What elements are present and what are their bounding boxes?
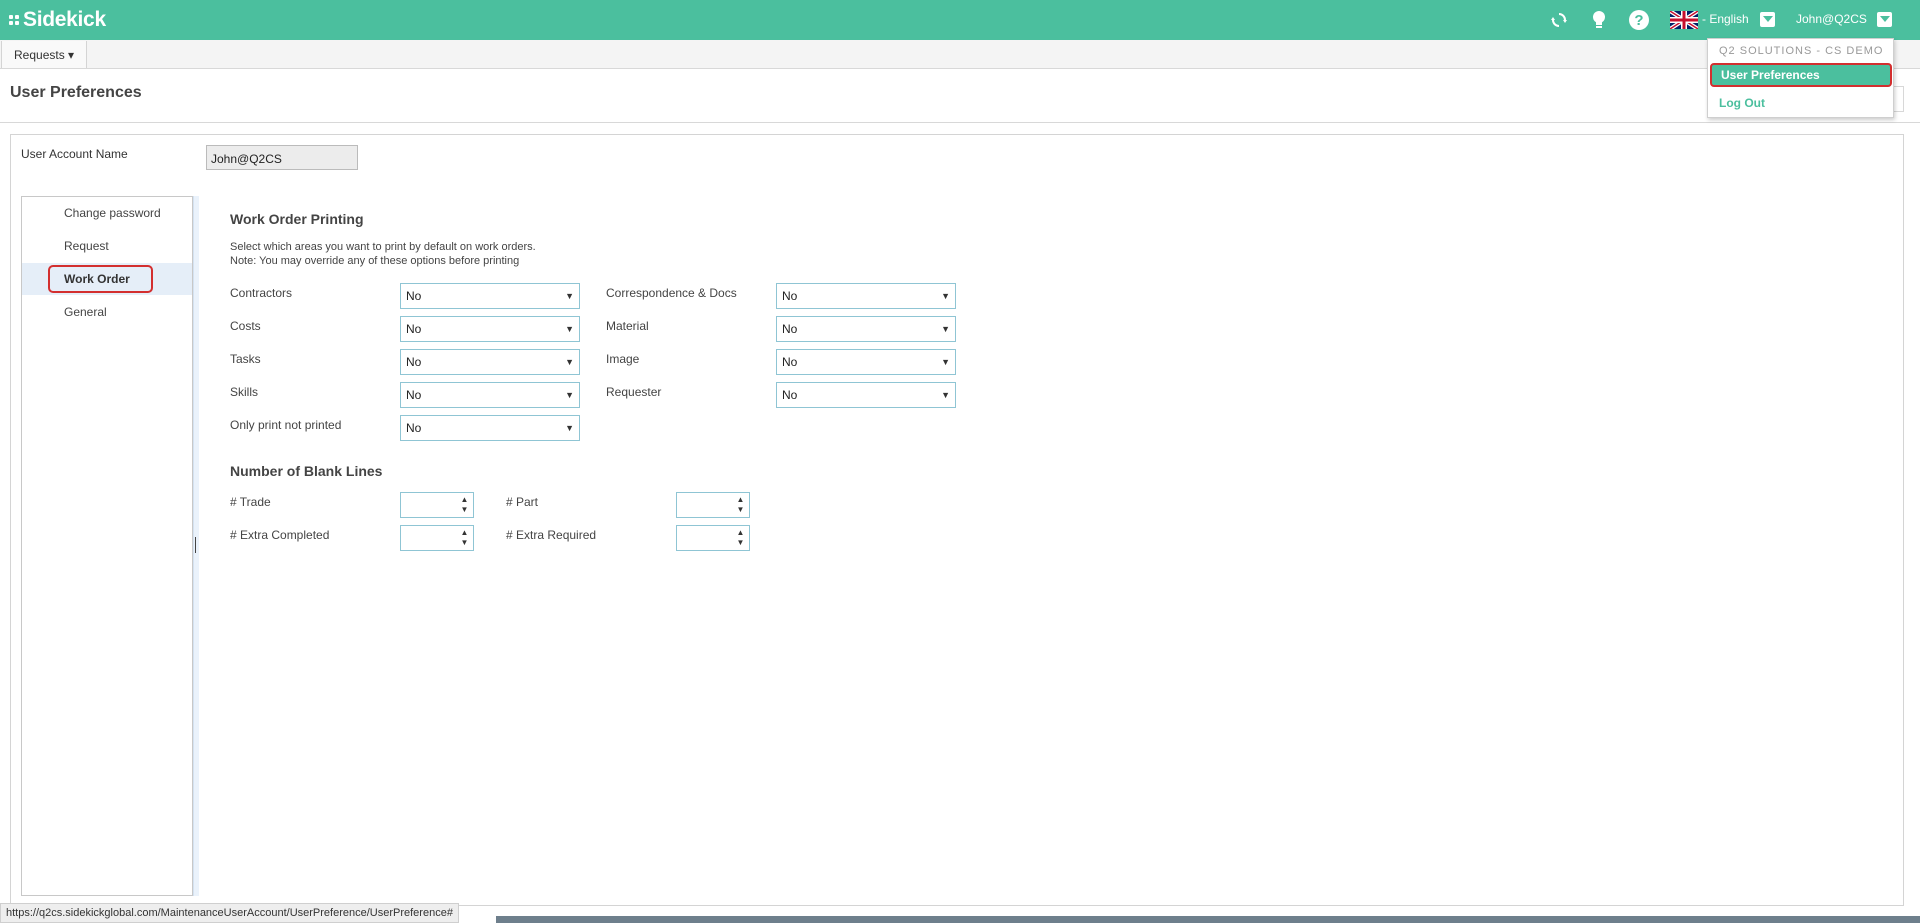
sidenav-item-change-password[interactable]: Change password	[22, 197, 192, 229]
contractors-label: Contractors	[230, 286, 293, 300]
bottom-strip	[496, 916, 1920, 923]
correspondence-docs-select[interactable]: No ▼	[776, 283, 956, 309]
account-name-field: John@Q2CS	[206, 145, 358, 170]
trade-label: # Trade	[230, 495, 271, 509]
contractors-select[interactable]: No ▼	[400, 283, 580, 309]
dropdown-arrow-icon: ▼	[941, 357, 950, 367]
requester-label: Requester	[606, 385, 662, 399]
stepper-arrows-icon[interactable]: ▲ ▼	[460, 528, 469, 548]
image-select[interactable]: No ▼	[776, 349, 956, 375]
language-label[interactable]: - English	[1702, 12, 1749, 26]
only-print-not-printed-label: Only print not printed	[230, 418, 342, 432]
sub-nav: Requests ▾	[0, 40, 1920, 69]
menu-item-log-out[interactable]: Log Out	[1710, 91, 1892, 115]
browser-status-bar: https://q2cs.sidekickglobal.com/Maintena…	[0, 903, 459, 923]
sidenav-item-work-order[interactable]: Work Order	[22, 263, 192, 295]
splitter-handle[interactable]	[195, 537, 196, 553]
image-label: Image	[606, 352, 640, 366]
material-select[interactable]: No ▼	[776, 316, 956, 342]
costs-label: Costs	[230, 319, 261, 333]
top-bar: Sidekick ? - English John@Q2CS	[0, 0, 1920, 40]
requests-menu[interactable]: Requests ▾	[1, 41, 88, 68]
tasks-label: Tasks	[230, 352, 261, 366]
help-icon[interactable]: ?	[1628, 9, 1650, 31]
refresh-icon[interactable]	[1548, 9, 1570, 31]
dropdown-arrow-icon: ▼	[565, 357, 574, 367]
only-print-not-printed-select[interactable]: No ▼	[400, 415, 580, 441]
tasks-select[interactable]: No ▼	[400, 349, 580, 375]
dropdown-arrow-icon: ▼	[565, 390, 574, 400]
title-divider	[0, 122, 1920, 123]
extra-required-stepper[interactable]: ▲ ▼	[676, 525, 750, 551]
sidenav-item-general[interactable]: General	[22, 296, 192, 328]
select-value: No	[782, 322, 798, 336]
printing-desc-line-1: Select which areas you want to print by …	[230, 241, 536, 253]
language-chevron-down-icon[interactable]	[1760, 12, 1775, 27]
sidekick-logo[interactable]: Sidekick	[9, 8, 106, 31]
trade-stepper[interactable]: ▲ ▼	[400, 492, 474, 518]
sidenav-item-request[interactable]: Request	[22, 230, 192, 262]
material-label: Material	[606, 319, 649, 333]
lightbulb-icon[interactable]	[1588, 9, 1610, 31]
dropdown-arrow-icon: ▼	[565, 324, 574, 334]
account-name-label: User Account Name	[21, 147, 128, 161]
stepper-arrows-icon[interactable]: ▲ ▼	[736, 528, 745, 548]
select-value: No	[406, 355, 422, 369]
blank-lines-heading: Number of Blank Lines	[230, 463, 383, 479]
sidenav-item-label: Work Order	[64, 272, 130, 286]
select-value: No	[782, 355, 798, 369]
extra-completed-label: # Extra Completed	[230, 528, 330, 542]
printing-desc-line-2: Note: You may override any of these opti…	[230, 255, 520, 267]
select-value: No	[406, 322, 422, 336]
part-stepper[interactable]: ▲ ▼	[676, 492, 750, 518]
panel-splitter[interactable]	[193, 196, 199, 896]
title-bar-edge	[1893, 86, 1904, 112]
user-dropdown-menu: Q2 SOLUTIONS - CS DEMO User Preferences …	[1707, 38, 1894, 118]
user-chevron-down-icon[interactable]	[1877, 12, 1892, 27]
correspondence-docs-label: Correspondence & Docs	[606, 286, 737, 300]
dropdown-arrow-icon: ▼	[565, 291, 574, 301]
select-value: No	[782, 388, 798, 402]
menu-item-user-preferences[interactable]: User Preferences	[1710, 63, 1892, 87]
user-label[interactable]: John@Q2CS	[1796, 12, 1867, 26]
select-value: No	[406, 421, 422, 435]
part-label: # Part	[506, 495, 539, 509]
extra-required-label: # Extra Required	[506, 528, 597, 542]
company-header: Q2 SOLUTIONS - CS DEMO	[1719, 45, 1884, 57]
dropdown-arrow-icon: ▼	[941, 390, 950, 400]
requester-select[interactable]: No ▼	[776, 382, 956, 408]
logo-dots-icon	[9, 15, 19, 25]
select-value: No	[406, 388, 422, 402]
costs-select[interactable]: No ▼	[400, 316, 580, 342]
preferences-side-nav: Change password Request Work Order Gener…	[21, 196, 193, 896]
page-title: User Preferences	[10, 84, 142, 101]
printing-heading: Work Order Printing	[230, 211, 364, 227]
select-value: No	[782, 289, 798, 303]
app-name: Sidekick	[23, 8, 106, 31]
select-value: No	[406, 289, 422, 303]
dropdown-arrow-icon: ▼	[941, 324, 950, 334]
dropdown-arrow-icon: ▼	[941, 291, 950, 301]
skills-label: Skills	[230, 385, 259, 399]
stepper-arrows-icon[interactable]: ▲ ▼	[460, 495, 469, 515]
uk-flag-icon[interactable]	[1670, 11, 1698, 29]
stepper-arrows-icon[interactable]: ▲ ▼	[736, 495, 745, 515]
dropdown-arrow-icon: ▼	[565, 423, 574, 433]
extra-completed-stepper[interactable]: ▲ ▼	[400, 525, 474, 551]
printing-description: Select which areas you want to print by …	[230, 240, 536, 268]
skills-select[interactable]: No ▼	[400, 382, 580, 408]
